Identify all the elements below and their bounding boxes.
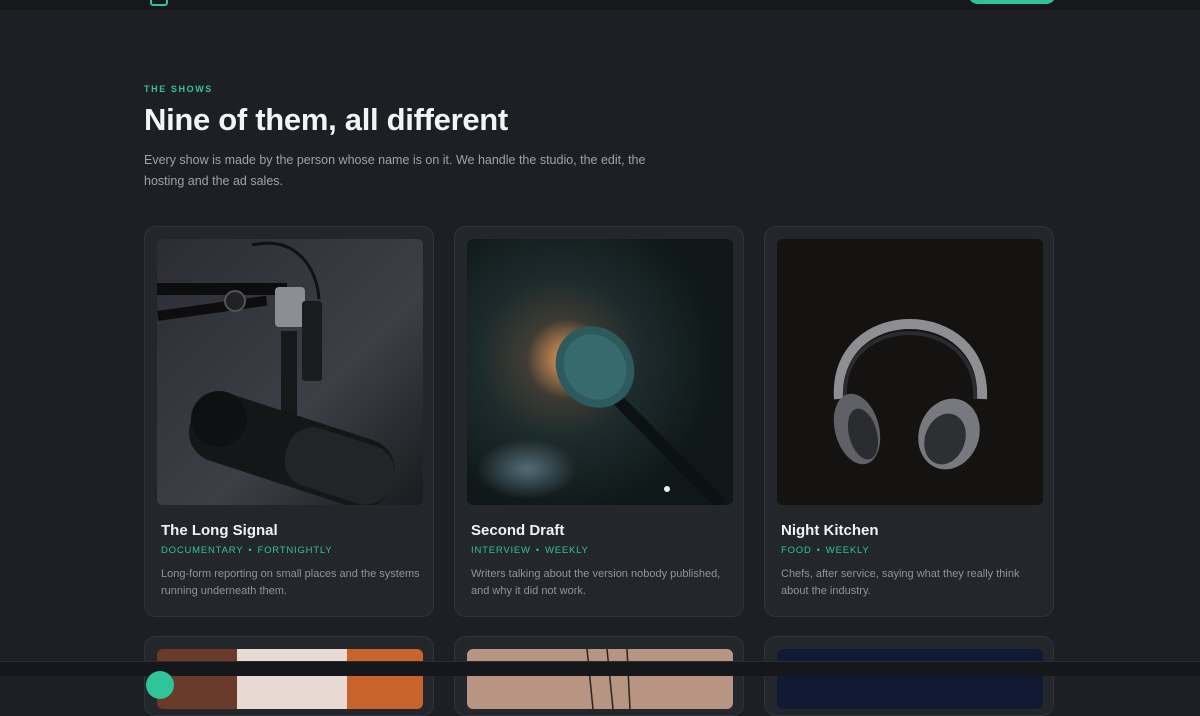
show-description: Writers talking about the version nobody… [471,568,721,597]
show-card[interactable]: Second Draft INTERVIEW • WEEKLY Writers ta… [454,226,744,617]
bottom-bar [0,661,1200,699]
show-cover-image [777,649,1043,709]
show-card[interactable]: The Long Signal DOCUMENTARY • FORTNIGHTLY … [144,226,434,617]
show-title[interactable]: Night Kitchen [781,522,879,539]
floating-action-button[interactable] [146,671,174,699]
show-genre: FOOD [781,545,812,556]
show-card[interactable] [764,636,1054,716]
meta-separator: • [816,545,821,556]
show-cadence: WEEKLY [825,545,870,556]
show-genre: INTERVIEW [471,545,531,556]
logo-icon[interactable] [150,0,168,6]
show-meta: FOOD • WEEKLY [781,545,870,556]
show-card[interactable] [454,636,744,716]
section-heading: Nine of them, all different [144,102,508,137]
show-meta: INTERVIEW • WEEKLY [471,545,589,556]
show-cover-image-headphones [777,239,1043,505]
show-cover-image-microphone-boom [157,239,423,505]
meta-separator: • [535,545,540,556]
top-nav-bar [0,0,1200,10]
show-cadence: FORTNIGHTLY [257,545,333,556]
show-card[interactable]: Night Kitchen FOOD • WEEKLY Chefs, after s… [764,226,1054,617]
show-meta: DOCUMENTARY • FORTNIGHTLY [161,545,332,556]
show-cover-image [467,649,733,709]
section-eyebrow: THE SHOWS [144,84,213,94]
show-cadence: WEEKLY [544,545,589,556]
show-title[interactable]: The Long Signal [161,522,278,539]
show-genre: DOCUMENTARY [161,545,244,556]
show-cover-image-stage-microphone [467,239,733,505]
show-description: Chefs, after service, saying what they r… [781,568,1020,597]
show-card[interactable] [144,636,434,716]
show-title[interactable]: Second Draft [471,522,564,539]
show-cover-image [157,649,423,709]
show-description: Long-form reporting on small places and … [161,568,420,597]
meta-separator: • [248,545,253,556]
nav-cta-button[interactable] [968,0,1056,4]
section-lede: Every show is made by the person whose n… [144,153,646,188]
